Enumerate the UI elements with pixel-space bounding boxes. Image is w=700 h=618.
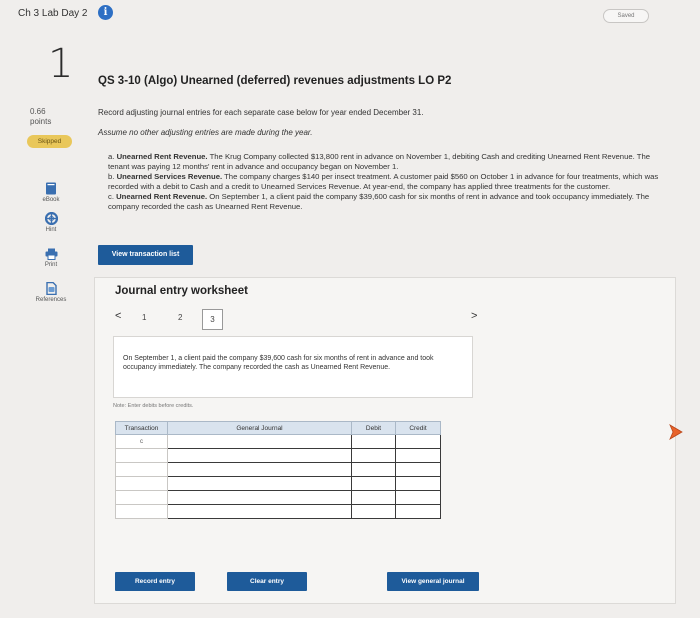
table-row (115, 504, 441, 519)
references-button[interactable]: References (28, 282, 74, 303)
col-transaction: Transaction (115, 421, 168, 435)
table-row (115, 448, 441, 463)
transaction-cell (115, 490, 168, 505)
lifebuoy-icon (44, 212, 58, 225)
references-label: References (35, 297, 67, 303)
account-input[interactable] (167, 434, 352, 449)
question-instructions: Record adjusting journal entries for eac… (98, 108, 424, 117)
col-debit: Debit (351, 421, 396, 435)
page-1-link[interactable]: 1 (142, 313, 146, 322)
question-number: 1 (48, 41, 74, 87)
record-entry-button[interactable]: Record entry (115, 572, 195, 591)
info-icon[interactable]: i (98, 5, 113, 20)
points-value: 0.66 (30, 107, 46, 116)
case-heading: Unearned Rent Revenue. (116, 192, 208, 201)
account-input[interactable] (167, 476, 352, 491)
printer-icon (45, 248, 57, 260)
credit-input[interactable] (395, 448, 441, 463)
debit-input[interactable] (351, 434, 396, 449)
account-input[interactable] (167, 448, 352, 463)
debit-input[interactable] (351, 462, 396, 477)
question-assumption: Assume no other adjusting entries are ma… (98, 128, 313, 137)
credit-input[interactable] (395, 462, 441, 477)
print-label: Print (44, 262, 58, 268)
transaction-cell (115, 462, 168, 477)
points-label: points (30, 117, 52, 126)
print-button[interactable]: Print (28, 248, 74, 268)
table-header-row: Transaction General Journal Debit Credit (115, 421, 441, 435)
hint-button[interactable]: Hint (28, 212, 74, 233)
hint-label: Hint (45, 227, 57, 233)
credit-input[interactable] (395, 476, 441, 491)
debit-input[interactable] (351, 476, 396, 491)
credit-input[interactable] (395, 504, 441, 519)
transaction-cell: c (115, 434, 168, 449)
table-row: c (115, 434, 441, 449)
page-3-current[interactable]: 3 (202, 309, 223, 330)
clear-entry-button[interactable]: Clear entry (227, 572, 307, 591)
ebook-label: eBook (42, 197, 60, 203)
transaction-cell (115, 504, 168, 519)
document-icon (45, 282, 57, 295)
case-letter: c. (108, 192, 114, 201)
col-general-journal: General Journal (167, 421, 352, 435)
ebook-button[interactable]: eBook (28, 182, 74, 203)
transaction-cell (115, 476, 168, 491)
journal-table: Transaction General Journal Debit Credit… (115, 421, 441, 519)
case-letter: b. (108, 172, 115, 181)
debit-input[interactable] (351, 504, 396, 519)
saved-status-button[interactable]: Saved (603, 9, 649, 23)
debit-input[interactable] (351, 490, 396, 505)
journal-entry-worksheet: Journal entry worksheet < 1 2 3 > On Sep… (94, 277, 676, 604)
case-item-a: a. Unearned Rent Revenue. The Krug Compa… (108, 152, 660, 171)
points-display: 0.66 points (30, 107, 51, 127)
mouse-cursor-icon (669, 424, 683, 440)
case-heading: Unearned Services Revenue. (116, 172, 223, 181)
debit-input[interactable] (351, 448, 396, 463)
view-general-journal-button[interactable]: View general journal (387, 572, 479, 591)
transaction-description: On September 1, a client paid the compan… (113, 336, 473, 398)
account-input[interactable] (167, 490, 352, 505)
top-bar: Ch 3 Lab Day 2 i Saved (0, 0, 700, 28)
prev-page-arrow[interactable]: < (115, 310, 121, 322)
case-item-b: b. Unearned Services Revenue. The compan… (108, 172, 660, 191)
next-page-arrow[interactable]: > (471, 310, 477, 322)
table-row (115, 476, 441, 491)
book-icon (46, 182, 56, 195)
entry-note: Note: Enter debits before credits. (113, 403, 194, 409)
view-transaction-list-button[interactable]: View transaction list (98, 245, 193, 265)
transaction-cell (115, 448, 168, 463)
worksheet-title: Journal entry worksheet (115, 285, 248, 297)
credit-input[interactable] (395, 490, 441, 505)
assignment-title: Ch 3 Lab Day 2 (18, 8, 88, 19)
case-item-c: c. Unearned Rent Revenue. On September 1… (108, 192, 660, 211)
page-2-link[interactable]: 2 (178, 313, 182, 322)
credit-input[interactable] (395, 434, 441, 449)
case-list: a. Unearned Rent Revenue. The Krug Compa… (108, 152, 660, 212)
col-credit: Credit (395, 421, 441, 435)
case-heading: Unearned Rent Revenue. (116, 152, 208, 161)
account-input[interactable] (167, 462, 352, 477)
case-letter: a. (108, 152, 115, 161)
question-sidebar: 1 0.66 points Skipped eBook Hint Print R… (0, 28, 90, 618)
question-title: QS 3-10 (Algo) Unearned (deferred) reven… (98, 75, 452, 87)
status-badge: Skipped (27, 135, 72, 148)
account-input[interactable] (167, 504, 352, 519)
table-row (115, 462, 441, 477)
table-row (115, 490, 441, 505)
